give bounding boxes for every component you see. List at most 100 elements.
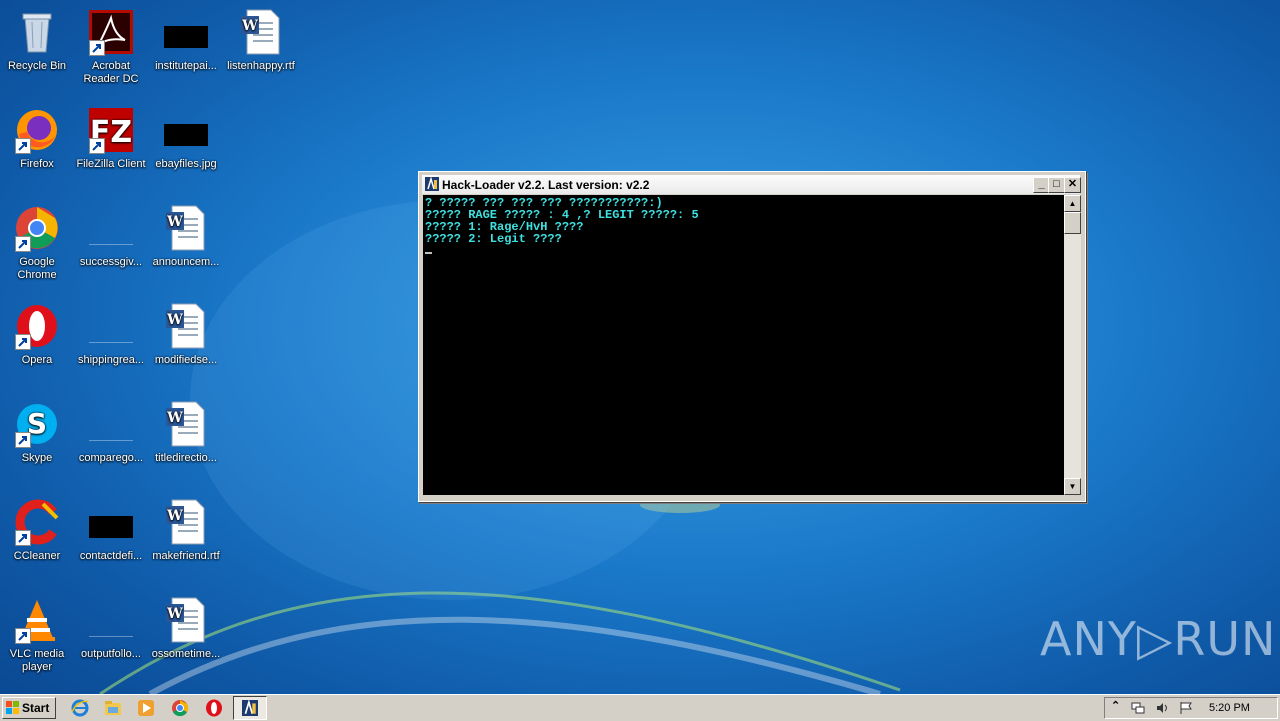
image-thumbnail-icon: [164, 124, 208, 146]
svg-text:W: W: [166, 606, 183, 622]
maximize-button[interactable]: □: [1048, 177, 1065, 193]
file-thumbnail-icon: [89, 618, 133, 637]
desktop-icon-ossometime[interactable]: W ossometime...: [149, 596, 223, 661]
word-document-icon: W: [241, 9, 280, 55]
icon-label: comparego...: [78, 452, 144, 464]
icon-label: outputfollo...: [81, 648, 141, 660]
icon-label: ossometime...: [151, 648, 221, 660]
icon-label: listenhappy.rtf: [227, 60, 295, 72]
text-cursor: [425, 252, 432, 254]
icon-label: Recycle Bin: [7, 60, 67, 72]
icon-label: Firefox: [20, 158, 54, 170]
app-icon: [425, 177, 439, 191]
shortcut-arrow-icon: [89, 40, 105, 56]
recycle-bin-icon: [22, 13, 52, 53]
word-document-icon: W: [166, 303, 205, 349]
vertical-scrollbar[interactable]: ▲ ▼: [1064, 195, 1081, 495]
desktop-icon-ebayfiles[interactable]: ebayfiles.jpg: [149, 106, 223, 171]
console-window[interactable]: Hack-Loader v2.2. Last version: v2.2 _ □…: [418, 171, 1086, 502]
desktop-icon-makefriend[interactable]: W makefriend.rtf: [149, 498, 223, 563]
icon-label: VLC media player: [9, 648, 65, 673]
hack-loader-icon: [242, 700, 258, 716]
desktop-icon-ccleaner[interactable]: CCleaner: [0, 498, 74, 563]
internet-explorer-icon[interactable]: [70, 698, 90, 718]
scroll-up-button[interactable]: ▲: [1064, 195, 1081, 212]
tray-expand-icon[interactable]: ⌃: [1111, 699, 1125, 713]
svg-text:W: W: [166, 214, 183, 230]
taskbar-item-hack-loader[interactable]: [233, 696, 267, 720]
system-tray: ⌃ 5:20 PM: [1104, 697, 1278, 719]
desktop-icon-google-chrome[interactable]: Google Chrome: [0, 204, 74, 282]
close-button[interactable]: ✕: [1064, 177, 1081, 193]
icon-label: Skype: [21, 452, 53, 464]
desktop-icon-opera[interactable]: Opera: [0, 302, 74, 367]
desktop-icon-institutepai[interactable]: institutepai...: [149, 8, 223, 73]
shortcut-arrow-icon: [15, 432, 31, 448]
start-button[interactable]: Start: [2, 697, 56, 719]
window-titlebar[interactable]: Hack-Loader v2.2. Last version: v2.2 _ □…: [422, 175, 1081, 194]
shortcut-arrow-icon: [89, 138, 105, 154]
desktop-icon-announcem[interactable]: W announcem...: [149, 204, 223, 269]
desktop-icon-contactdefi[interactable]: contactdefi...: [74, 498, 148, 563]
desktop-icon-recycle-bin[interactable]: Recycle Bin: [0, 8, 74, 73]
chrome-taskbar-icon[interactable]: [170, 698, 190, 718]
desktop-icon-listenhappy[interactable]: W listenhappy.rtf: [224, 8, 298, 73]
desktop-icon-modifiedse[interactable]: W modifiedse...: [149, 302, 223, 367]
shortcut-arrow-icon: [15, 334, 31, 350]
desktop-icon-skype[interactable]: S Skype: [0, 400, 74, 465]
file-thumbnail-icon: [89, 226, 133, 245]
anyrun-watermark: ANY▷RUN: [1040, 612, 1277, 666]
network-icon[interactable]: [1131, 701, 1145, 715]
volume-icon[interactable]: [1155, 701, 1169, 715]
icon-label: successgiv...: [79, 256, 143, 268]
shortcut-arrow-icon: [15, 628, 31, 644]
svg-text:W: W: [166, 410, 183, 426]
word-document-icon: W: [166, 205, 205, 251]
svg-text:W: W: [166, 508, 183, 524]
icon-label: Google Chrome: [17, 256, 57, 281]
icon-label: titledirectio...: [155, 452, 217, 464]
shortcut-arrow-icon: [15, 138, 31, 154]
clock[interactable]: 5:20 PM: [1209, 702, 1250, 714]
icon-label: Acrobat Reader DC: [83, 60, 139, 85]
shortcut-arrow-icon: [15, 530, 31, 546]
shortcut-arrow-icon: [15, 236, 31, 252]
console-output[interactable]: ? ????? ??? ??? ??? ???????????:) ????? …: [423, 195, 1064, 495]
desktop-icon-acrobat-reader[interactable]: Acrobat Reader DC: [74, 8, 148, 86]
desktop-icon-outputfollo[interactable]: outputfollo...: [74, 596, 148, 661]
svg-text:W: W: [166, 312, 183, 328]
icon-label: shippingrea...: [77, 354, 145, 366]
desktop-icon-comparego[interactable]: comparego...: [74, 400, 148, 465]
word-document-icon: W: [166, 597, 205, 643]
start-label: Start: [22, 701, 50, 715]
icon-label: ebayfiles.jpg: [155, 158, 217, 170]
desktop-icon-firefox[interactable]: Firefox: [0, 106, 74, 171]
action-center-flag-icon[interactable]: [1179, 701, 1193, 715]
icon-label: makefriend.rtf: [152, 550, 220, 562]
desktop-icon-titledirectio[interactable]: W titledirectio...: [149, 400, 223, 465]
icon-label: institutepai...: [155, 60, 217, 72]
file-explorer-icon[interactable]: [103, 698, 123, 718]
svg-text:W: W: [241, 18, 258, 34]
scroll-down-button[interactable]: ▼: [1064, 478, 1081, 495]
desktop-icon-successgiv[interactable]: successgiv...: [74, 204, 148, 269]
image-thumbnail-icon: [164, 26, 208, 48]
word-document-icon: W: [166, 499, 205, 545]
desktop-icon-filezilla[interactable]: FZ FileZilla Client: [74, 106, 148, 171]
scroll-thumb[interactable]: [1064, 212, 1081, 234]
icon-label: contactdefi...: [79, 550, 143, 562]
icon-label: FileZilla Client: [76, 158, 146, 170]
word-document-icon: W: [166, 401, 205, 447]
opera-taskbar-icon[interactable]: [204, 698, 224, 718]
windows-logo-icon: [6, 701, 19, 714]
taskbar: Start ⌃ 5:20 PM: [0, 694, 1280, 721]
console-line: ????? 2: Legit ????: [425, 232, 562, 246]
desktop-icon-vlc[interactable]: VLC media player: [0, 596, 74, 674]
window-title: Hack-Loader v2.2. Last version: v2.2: [442, 178, 650, 192]
file-thumbnail-icon: [89, 324, 133, 343]
media-player-icon[interactable]: [136, 698, 156, 718]
icon-label: Opera: [21, 354, 53, 366]
file-thumbnail-icon: [89, 422, 133, 441]
icon-label: announcem...: [152, 256, 220, 268]
desktop-icon-shippingrea[interactable]: shippingrea...: [74, 302, 148, 367]
